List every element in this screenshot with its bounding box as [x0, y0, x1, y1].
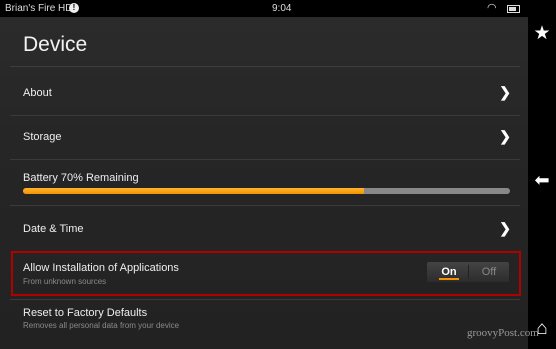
chevron-right-icon: ❯: [499, 220, 511, 236]
toggle-off-option[interactable]: Off: [471, 262, 507, 282]
status-bar: Brian's Fire HD ! 9:04 ◠: [0, 0, 528, 17]
title-divider: [10, 66, 520, 67]
watermark: groovyPost.com: [467, 327, 539, 339]
battery-label: Battery 70% Remaining: [23, 172, 139, 184]
about-label: About: [23, 87, 52, 99]
allow-install-toggle[interactable]: On Off: [427, 262, 509, 282]
settings-screen: Brian's Fire HD ! 9:04 ◠ Device About ❯ …: [0, 0, 528, 349]
clock: 9:04: [272, 3, 292, 14]
about-row[interactable]: About ❯: [10, 70, 520, 115]
battery-progress-bar: [23, 188, 510, 194]
battery-row: Battery 70% Remaining: [10, 160, 520, 205]
date-time-row[interactable]: Date & Time ❯: [10, 206, 520, 250]
reset-subtitle: Removes all personal data from your devi…: [23, 321, 180, 330]
page-title: Device: [23, 33, 88, 56]
back-arrow-icon[interactable]: ⬅: [528, 170, 556, 191]
battery-progress-fill: [23, 188, 364, 194]
chevron-right-icon: ❯: [499, 84, 511, 100]
allow-install-label: Allow Installation of Applications: [23, 262, 179, 274]
star-icon[interactable]: ★: [528, 22, 556, 45]
storage-row[interactable]: Storage ❯: [10, 116, 520, 159]
wifi-icon: ◠: [487, 2, 497, 14]
toggle-divider: [468, 265, 469, 279]
battery-icon: [507, 5, 520, 13]
storage-label: Storage: [23, 131, 62, 143]
reset-row[interactable]: Reset to Factory Defaults Removes all pe…: [10, 300, 520, 340]
date-time-label: Date & Time: [23, 223, 84, 235]
allow-install-subtitle: From unknown sources: [23, 277, 107, 286]
side-nav-bar: ★ ⬅ ⌂: [528, 0, 556, 349]
notification-icon[interactable]: !: [69, 3, 79, 13]
toggle-on-option[interactable]: On: [431, 262, 467, 282]
reset-label: Reset to Factory Defaults: [23, 307, 148, 319]
chevron-right-icon: ❯: [499, 128, 511, 144]
device-name: Brian's Fire HD: [5, 3, 73, 14]
